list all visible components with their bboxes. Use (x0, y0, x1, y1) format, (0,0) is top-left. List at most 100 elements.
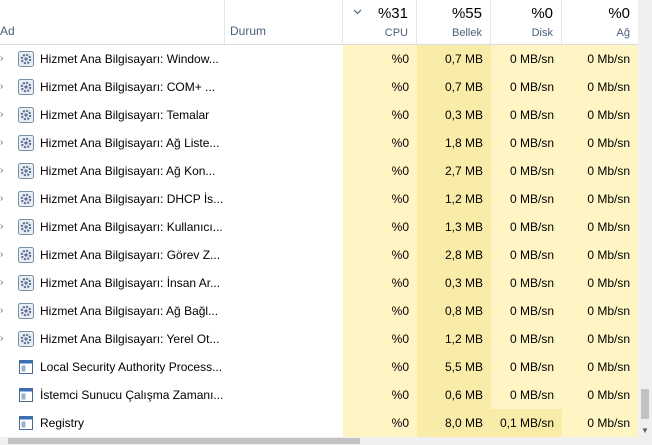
expand-chevron-icon[interactable]: › (0, 297, 6, 325)
table-row[interactable]: › Hizmet Ana Bilgisayarı: Görev Z... %0 2,8… (0, 241, 638, 269)
vertical-scrollbar[interactable]: ▼ (638, 0, 652, 437)
expand-chevron-icon[interactable]: › (0, 45, 6, 73)
disk-value: 0 MB/sn (491, 325, 562, 353)
gear-icon (18, 51, 34, 67)
network-value: 0 Mb/sn (562, 213, 638, 241)
table-row[interactable]: › Hizmet Ana Bilgisayarı: Ağ Kon... %0 2,7 … (0, 157, 638, 185)
disk-value: 0 MB/sn (491, 73, 562, 101)
network-value: 0 Mb/sn (562, 45, 638, 73)
expand-chevron-icon[interactable]: › (0, 101, 6, 129)
column-header-disk[interactable]: %0 Disk (491, 0, 562, 44)
disk-value: 0 MB/sn (491, 101, 562, 129)
cpu-value: %0 (343, 353, 417, 381)
gear-icon (18, 163, 34, 179)
gear-icon (18, 303, 34, 319)
vertical-scrollbar-thumb[interactable] (641, 389, 649, 419)
network-value: 0 Mb/sn (562, 409, 638, 437)
expand-chevron-icon[interactable]: › (0, 157, 6, 185)
expand-chevron-icon (0, 381, 6, 409)
network-value: 0 Mb/sn (562, 297, 638, 325)
process-name: Hizmet Ana Bilgisayarı: Görev Z... (40, 248, 221, 262)
cpu-value: %0 (343, 129, 417, 157)
memory-value: 1,8 MB (417, 129, 491, 157)
table-row[interactable]: Local Security Authority Process... %0 5,5… (0, 353, 638, 381)
expand-chevron-icon (0, 353, 6, 381)
scroll-down-arrow-icon[interactable]: ▼ (638, 425, 652, 437)
table-row[interactable]: Registry %0 8,0 MB 0,1 MB/sn 0 Mb/sn (0, 409, 638, 437)
expand-chevron-icon[interactable]: › (0, 269, 6, 297)
expand-chevron-icon[interactable]: › (0, 241, 6, 269)
column-header-network[interactable]: %0 Ağ (562, 0, 638, 44)
disk-value: 0 MB/sn (491, 353, 562, 381)
process-name: Local Security Authority Process... (40, 360, 223, 374)
process-name: Hizmet Ana Bilgisayarı: COM+ ... (40, 80, 216, 94)
process-name: Hizmet Ana Bilgisayarı: Ağ Bağl... (40, 304, 219, 318)
table-row[interactable]: › Hizmet Ana Bilgisayarı: Ağ Bağl... %0 0,8… (0, 297, 638, 325)
gear-icon (18, 219, 34, 235)
process-name: Hizmet Ana Bilgisayarı: İnsan Ar... (40, 276, 221, 290)
network-value: 0 Mb/sn (562, 73, 638, 101)
column-header-memory[interactable]: %55 Bellek (417, 0, 491, 44)
cpu-value: %0 (343, 185, 417, 213)
network-value: 0 Mb/sn (562, 381, 638, 409)
cpu-value: %0 (343, 409, 417, 437)
disk-value: 0 MB/sn (491, 213, 562, 241)
network-value: 0 Mb/sn (562, 185, 638, 213)
table-row[interactable]: › Hizmet Ana Bilgisayarı: Temalar %0 0,3 MB… (0, 101, 638, 129)
table-row[interactable]: › Hizmet Ana Bilgisayarı: COM+ ... %0 0,7 M… (0, 73, 638, 101)
disk-value: 0 MB/sn (491, 381, 562, 409)
expand-chevron-icon[interactable]: › (0, 129, 6, 157)
column-header-status[interactable]: Durum (225, 0, 343, 44)
disk-value: 0 MB/sn (491, 185, 562, 213)
table-row[interactable]: İstemci Sunucu Çalışma Zamanı... %0 0,6 MB… (0, 381, 638, 409)
disk-value: 0 MB/sn (491, 129, 562, 157)
network-value: 0 Mb/sn (562, 325, 638, 353)
disk-value: 0 MB/sn (491, 45, 562, 73)
cpu-value: %0 (343, 241, 417, 269)
disk-value: 0 MB/sn (491, 269, 562, 297)
table-row[interactable]: › Hizmet Ana Bilgisayarı: Yerel Ot... %0 1,… (0, 325, 638, 353)
expand-chevron-icon[interactable]: › (0, 213, 6, 241)
sort-descending-icon (353, 4, 362, 18)
table-row[interactable]: › Hizmet Ana Bilgisayarı: Window... %0 0,7 … (0, 45, 638, 73)
memory-value: 1,2 MB (417, 325, 491, 353)
horizontal-scrollbar[interactable] (0, 437, 652, 445)
table-row[interactable]: › Hizmet Ana Bilgisayarı: İnsan Ar... %0 0,… (0, 269, 638, 297)
cpu-value: %0 (343, 325, 417, 353)
gear-icon (18, 191, 34, 207)
memory-value: 0,8 MB (417, 297, 491, 325)
memory-value: 0,3 MB (417, 101, 491, 129)
disk-value: 0 MB/sn (491, 241, 562, 269)
memory-value: 2,8 MB (417, 241, 491, 269)
table-row[interactable]: › Hizmet Ana Bilgisayarı: Kullanıcı... %0 1… (0, 213, 638, 241)
expand-chevron-icon[interactable]: › (0, 185, 6, 213)
gear-icon (18, 107, 34, 123)
disk-value: 0,1 MB/sn (491, 409, 562, 437)
expand-chevron-icon (0, 409, 6, 437)
memory-value: 5,5 MB (417, 353, 491, 381)
memory-value: 0,7 MB (417, 45, 491, 73)
cpu-value: %0 (343, 213, 417, 241)
column-header-name[interactable]: Ad (0, 0, 225, 44)
horizontal-scrollbar-thumb[interactable] (8, 438, 360, 444)
expand-chevron-icon[interactable]: › (0, 73, 6, 101)
cpu-value: %0 (343, 269, 417, 297)
process-name: Hizmet Ana Bilgisayarı: Yerel Ot... (40, 332, 220, 346)
table-row[interactable]: › Hizmet Ana Bilgisayarı: DHCP İs... %0 1,2… (0, 185, 638, 213)
network-value: 0 Mb/sn (562, 269, 638, 297)
expand-chevron-icon[interactable]: › (0, 325, 6, 353)
cpu-value: %0 (343, 101, 417, 129)
process-name: Hizmet Ana Bilgisayarı: Window... (40, 52, 219, 66)
app-window-icon (18, 415, 34, 431)
gear-icon (18, 135, 34, 151)
network-value: 0 Mb/sn (562, 101, 638, 129)
network-value: 0 Mb/sn (562, 353, 638, 381)
process-name: İstemci Sunucu Çalışma Zamanı... (40, 388, 224, 402)
process-name: Hizmet Ana Bilgisayarı: Ağ Liste... (40, 136, 220, 150)
table-row[interactable]: › Hizmet Ana Bilgisayarı: Ağ Liste... %0 1,… (0, 129, 638, 157)
cpu-value: %0 (343, 157, 417, 185)
column-header-cpu[interactable]: %31 CPU (343, 0, 417, 44)
app-window-icon (18, 359, 34, 375)
process-name: Registry (40, 416, 85, 430)
app-window-icon (18, 387, 34, 403)
